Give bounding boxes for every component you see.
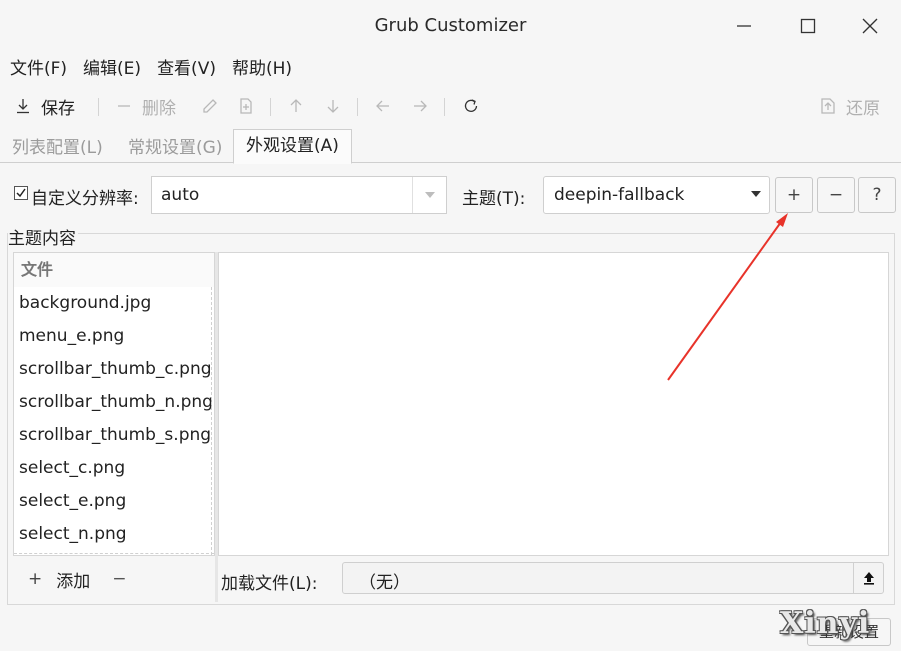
minimize-button[interactable] xyxy=(727,10,761,42)
delete-label: 删除 xyxy=(142,98,176,119)
resolution-dropdown-button[interactable] xyxy=(412,177,446,213)
new-entry-button[interactable] xyxy=(238,90,254,122)
download-icon xyxy=(17,99,29,114)
upload-icon xyxy=(863,572,874,585)
list-item[interactable]: select_c.png xyxy=(14,452,214,485)
theme-value: deepin-fallback xyxy=(554,185,685,205)
list-item[interactable]: select_n.png xyxy=(14,518,214,551)
revert-icon xyxy=(821,98,835,114)
delete-button[interactable]: 删除 xyxy=(116,90,176,122)
maximize-button[interactable] xyxy=(791,10,825,42)
theme-content-title: 主题内容 xyxy=(8,224,78,249)
chevron-down-icon xyxy=(751,191,761,197)
menu-bar: 文件(F) 编辑(E) 查看(V) 帮助(H) xyxy=(0,56,301,82)
minus-icon xyxy=(118,105,130,107)
menu-edit[interactable]: 编辑(E) xyxy=(76,56,150,82)
list-item[interactable]: scrollbar_thumb_s.png xyxy=(14,419,214,452)
load-file-label: 加载文件(L): xyxy=(221,574,318,594)
list-column-divider xyxy=(211,287,212,555)
plus-icon: + xyxy=(28,569,43,589)
list-item[interactable]: menu_e.png xyxy=(14,320,214,353)
revert-label: 还原 xyxy=(846,98,880,119)
list-bottom-divider xyxy=(14,553,214,554)
menu-file[interactable]: 文件(F) xyxy=(0,56,76,82)
theme-label: 主题(T): xyxy=(462,189,526,209)
tab-general-settings[interactable]: 常规设置(G) xyxy=(116,133,234,163)
arrow-up-icon xyxy=(290,99,302,112)
watermark-text: Xinyi xyxy=(780,606,871,641)
move-up-button[interactable] xyxy=(288,90,304,122)
toolbar-separator xyxy=(444,98,445,116)
theme-file-list[interactable]: 文件 background.jpg menu_e.png scrollbar_t… xyxy=(13,252,215,556)
close-button[interactable] xyxy=(853,10,887,42)
maximize-icon xyxy=(800,18,816,34)
menu-view[interactable]: 查看(V) xyxy=(150,56,225,82)
grub-customizer-window: Grub Customizer 文件(F) 编辑(E) 查看(V) 帮助(H) … xyxy=(0,0,901,651)
load-file-value: （无） xyxy=(359,573,410,593)
resolution-value: auto xyxy=(161,185,200,205)
remove-theme-button[interactable]: − xyxy=(817,177,855,213)
new-entry-icon xyxy=(240,98,252,114)
revert-button[interactable]: 还原 xyxy=(820,90,880,122)
tab-list-config[interactable]: 列表配置(L) xyxy=(0,133,115,163)
edit-button[interactable] xyxy=(202,90,218,122)
window-title: Grub Customizer xyxy=(374,15,527,36)
title-bar: Grub Customizer xyxy=(0,0,901,52)
list-item[interactable]: scrollbar_thumb_c.png xyxy=(14,353,214,386)
checkmark-icon xyxy=(16,188,26,198)
move-right-button[interactable] xyxy=(412,90,428,122)
resolution-theme-row: 自定义分辨率: auto 主题(T): deepin-fallback + − … xyxy=(0,176,901,214)
custom-resolution-label: 自定义分辨率: xyxy=(31,189,139,209)
list-item[interactable]: scrollbar_thumb_n.png xyxy=(14,386,214,419)
add-file-button[interactable]: 添加 xyxy=(56,567,90,592)
toolbar-separator xyxy=(270,98,271,116)
list-item[interactable]: background.jpg xyxy=(14,287,214,320)
close-icon xyxy=(862,18,878,34)
toolbar-separator xyxy=(357,98,358,116)
theme-help-button[interactable]: ? xyxy=(858,177,896,213)
chevron-down-icon xyxy=(424,192,435,198)
remove-file-button[interactable]: − xyxy=(112,569,126,589)
move-down-button[interactable] xyxy=(325,90,341,122)
minimize-icon xyxy=(737,25,751,27)
toolbar-separator xyxy=(98,98,99,116)
file-actions: + 添加 − xyxy=(28,566,127,592)
add-theme-button[interactable]: + xyxy=(775,177,813,213)
save-label: 保存 xyxy=(41,98,75,119)
tab-appearance-settings[interactable]: 外观设置(A) xyxy=(233,129,352,164)
arrow-down-icon xyxy=(327,100,339,113)
theme-preview-area xyxy=(218,252,889,556)
load-file-field[interactable]: （无） xyxy=(342,562,884,594)
menu-help[interactable]: 帮助(H) xyxy=(225,56,301,82)
arrow-right-icon xyxy=(414,100,427,112)
resolution-combobox[interactable]: auto xyxy=(151,176,447,214)
toolbar: 保存 删除 还原 xyxy=(0,90,901,122)
custom-resolution-checkbox[interactable] xyxy=(14,186,28,200)
arrow-left-icon xyxy=(376,100,389,112)
upload-button[interactable] xyxy=(853,563,883,593)
theme-combobox[interactable]: deepin-fallback xyxy=(543,176,770,214)
save-button[interactable]: 保存 xyxy=(15,90,75,122)
tab-bar: 列表配置(L) 常规设置(G) 外观设置(A) xyxy=(0,129,901,164)
file-list-header[interactable]: 文件 xyxy=(14,253,214,287)
pencil-icon xyxy=(203,99,217,113)
appearance-page: 自定义分辨率: auto 主题(T): deepin-fallback + − … xyxy=(0,163,901,651)
refresh-button[interactable] xyxy=(463,90,479,122)
list-item[interactable]: select_e.png xyxy=(14,485,214,518)
move-left-button[interactable] xyxy=(375,90,391,122)
refresh-icon xyxy=(464,99,478,112)
